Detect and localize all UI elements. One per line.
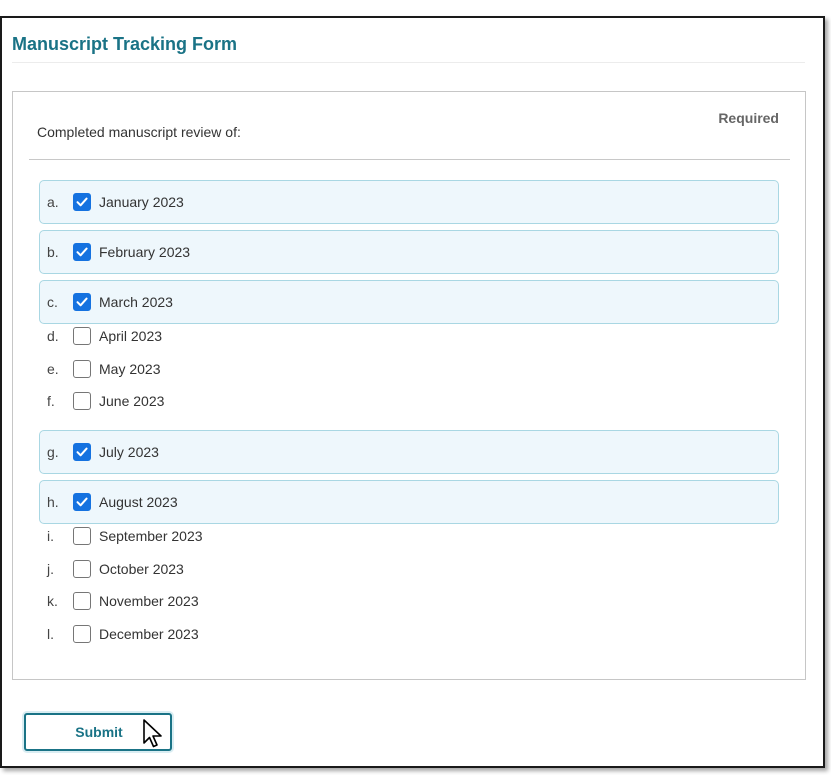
question-divider — [29, 159, 790, 160]
checkbox[interactable] — [73, 360, 91, 378]
checkbox[interactable] — [73, 327, 91, 345]
check-icon — [76, 197, 88, 207]
mouse-pointer-icon — [143, 719, 162, 748]
option-letter: g. — [47, 444, 59, 460]
option-row[interactable]: g. July 2023 — [39, 430, 779, 474]
option-label: January 2023 — [99, 194, 184, 210]
option-label: July 2023 — [99, 444, 159, 460]
option-label: May 2023 — [99, 361, 161, 377]
check-icon — [76, 247, 88, 257]
option-letter: d. — [47, 328, 59, 344]
option-letter: f. — [47, 393, 55, 409]
option-label: December 2023 — [99, 626, 199, 642]
checkbox[interactable] — [73, 625, 91, 643]
checkbox[interactable] — [73, 560, 91, 578]
option-label: April 2023 — [99, 328, 163, 344]
option-label: November 2023 — [99, 593, 199, 609]
check-icon — [76, 447, 88, 457]
option-row[interactable]: b. February 2023 — [39, 230, 779, 274]
option-label: March 2023 — [99, 294, 173, 310]
option-row[interactable]: a. January 2023 — [39, 180, 779, 224]
checkbox[interactable] — [73, 527, 91, 545]
title-divider — [12, 62, 805, 63]
option-letter: l. — [47, 626, 54, 642]
option-label: August 2023 — [99, 494, 178, 510]
checkbox[interactable] — [73, 493, 91, 511]
option-row[interactable]: f. June 2023 — [39, 379, 779, 423]
option-letter: b. — [47, 244, 59, 260]
form-title: Manuscript Tracking Form — [12, 34, 238, 54]
option-letter: i. — [47, 528, 54, 544]
form-window: Manuscript Tracking Form Completed manus… — [0, 16, 825, 768]
checkbox[interactable] — [73, 193, 91, 211]
check-icon — [76, 497, 88, 507]
checkbox[interactable] — [73, 592, 91, 610]
required-label: Required — [718, 110, 779, 126]
check-icon — [76, 297, 88, 307]
option-letter: h. — [47, 494, 59, 510]
option-row[interactable]: l. December 2023 — [39, 612, 779, 656]
option-letter: j. — [47, 561, 54, 577]
option-letter: k. — [47, 593, 58, 609]
option-letter: a. — [47, 194, 59, 210]
checkbox[interactable] — [73, 443, 91, 461]
option-label: February 2023 — [99, 244, 191, 260]
option-label: September 2023 — [99, 528, 203, 544]
checkbox[interactable] — [73, 243, 91, 261]
option-label: June 2023 — [99, 393, 165, 409]
option-letter: e. — [47, 361, 59, 377]
question-text: Completed manuscript review of: — [37, 124, 241, 140]
option-label: October 2023 — [99, 561, 184, 577]
question-panel: Completed manuscript review of: Required… — [12, 91, 806, 680]
checkbox[interactable] — [73, 293, 91, 311]
checkbox[interactable] — [73, 392, 91, 410]
option-letter: c. — [47, 294, 58, 310]
